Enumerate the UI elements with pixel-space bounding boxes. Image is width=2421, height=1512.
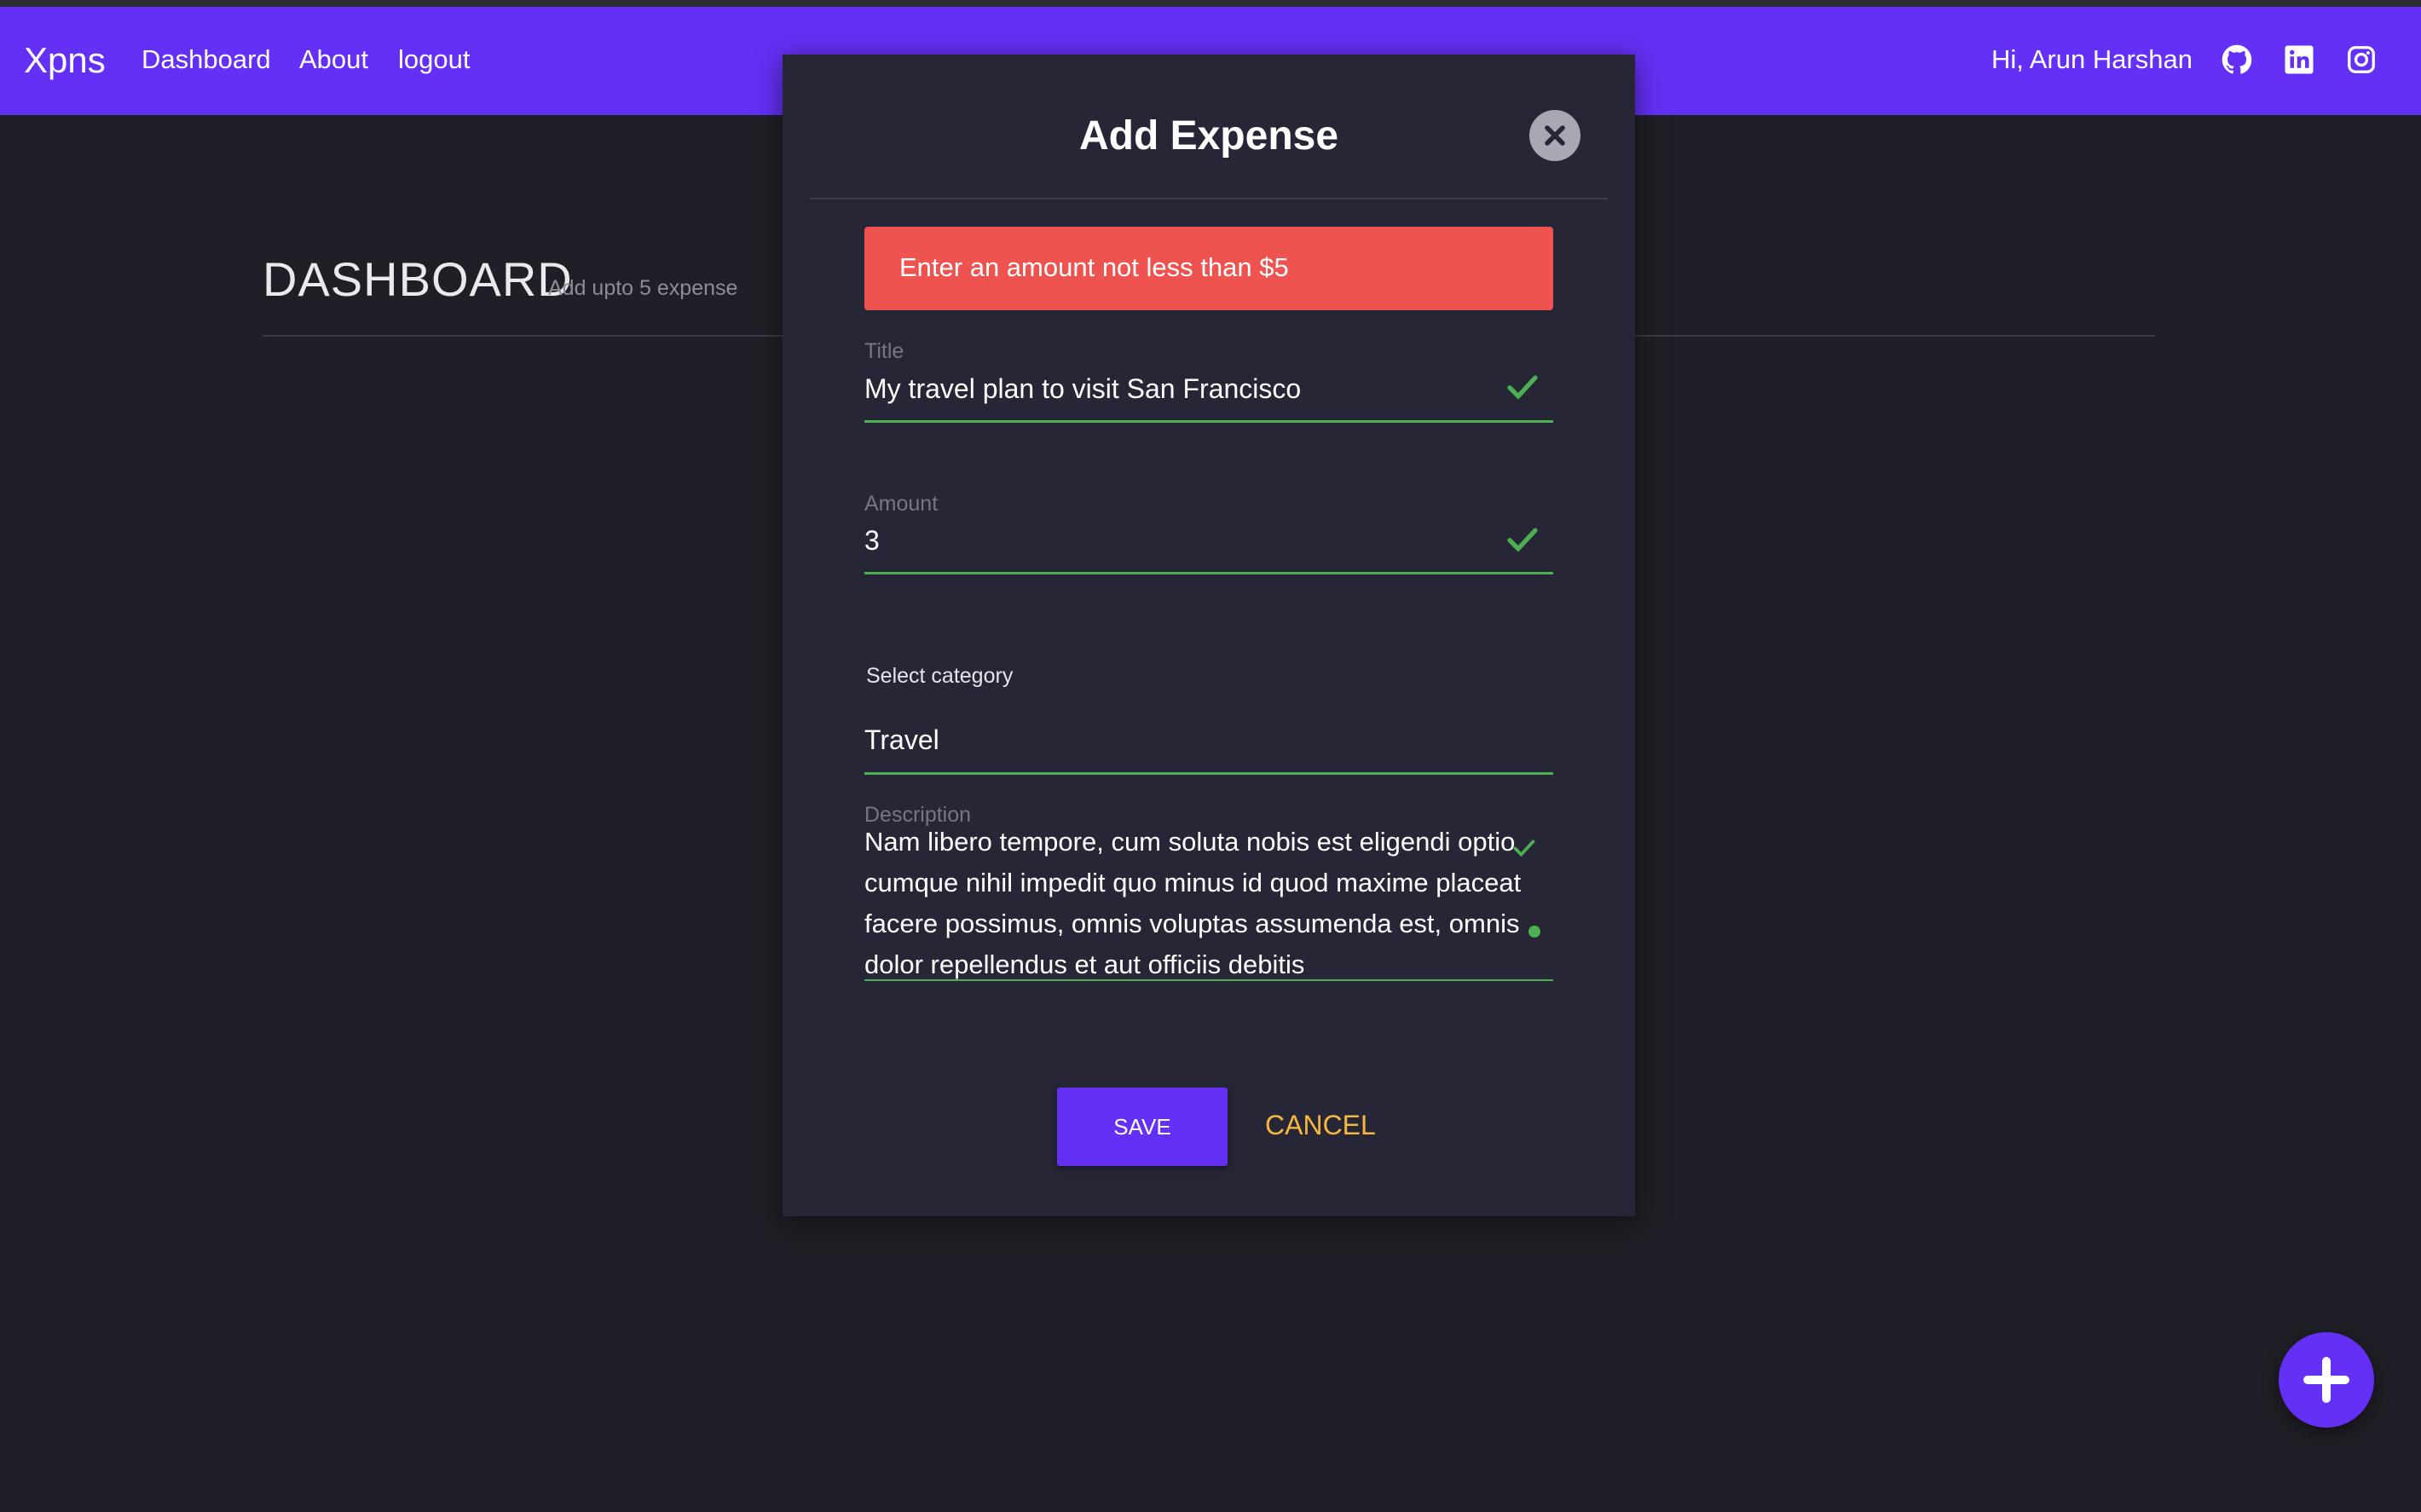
title-input[interactable]: My travel plan to visit San Francisco <box>864 373 1301 405</box>
category-underline <box>864 772 1553 775</box>
cancel-button[interactable]: CANCEL <box>1265 1110 1376 1141</box>
linkedin-icon[interactable] <box>2284 44 2314 75</box>
dashboard-title: DASHBOARD <box>263 252 573 306</box>
add-expense-fab[interactable] <box>2279 1332 2374 1428</box>
amount-valid-check-icon <box>1507 528 1538 552</box>
amount-underline <box>864 572 1553 574</box>
window-top-strip <box>0 0 2421 7</box>
close-button[interactable] <box>1529 110 1580 161</box>
title-valid-check-icon <box>1507 375 1538 400</box>
amount-label: Amount <box>864 492 939 516</box>
title-label: Title <box>864 339 904 363</box>
plus-icon <box>2303 1357 2349 1403</box>
user-greeting: Hi, Arun Harshan <box>1991 44 2193 74</box>
nav-link-dashboard[interactable]: Dashboard <box>142 44 271 75</box>
amount-input[interactable]: 3 <box>864 525 880 557</box>
nav-link-logout[interactable]: logout <box>398 44 470 75</box>
modal-divider <box>810 198 1608 199</box>
category-select[interactable]: Travel <box>864 724 939 756</box>
description-underline <box>864 979 1553 981</box>
github-icon[interactable] <box>2222 44 2252 75</box>
save-button[interactable]: SAVE <box>1057 1088 1228 1166</box>
dashboard-subtitle: Add upto 5 expense <box>548 276 738 300</box>
textarea-resize-handle-icon[interactable] <box>1528 925 1541 938</box>
description-textarea[interactable]: Nam libero tempore, cum soluta nobis est… <box>864 822 1553 985</box>
close-icon <box>1545 125 1565 146</box>
nav-link-about[interactable]: About <box>299 44 368 75</box>
category-label: Select category <box>866 664 1014 688</box>
description-valid-check-icon <box>1513 840 1535 857</box>
brand-logo[interactable]: Xpns <box>24 40 106 81</box>
instagram-icon[interactable] <box>2346 44 2377 75</box>
title-underline <box>864 420 1553 423</box>
error-alert: Enter an amount not less than $5 <box>864 227 1553 310</box>
add-expense-modal: Add Expense Enter an amount not less tha… <box>783 55 1635 1216</box>
modal-title: Add Expense <box>1078 113 1339 159</box>
